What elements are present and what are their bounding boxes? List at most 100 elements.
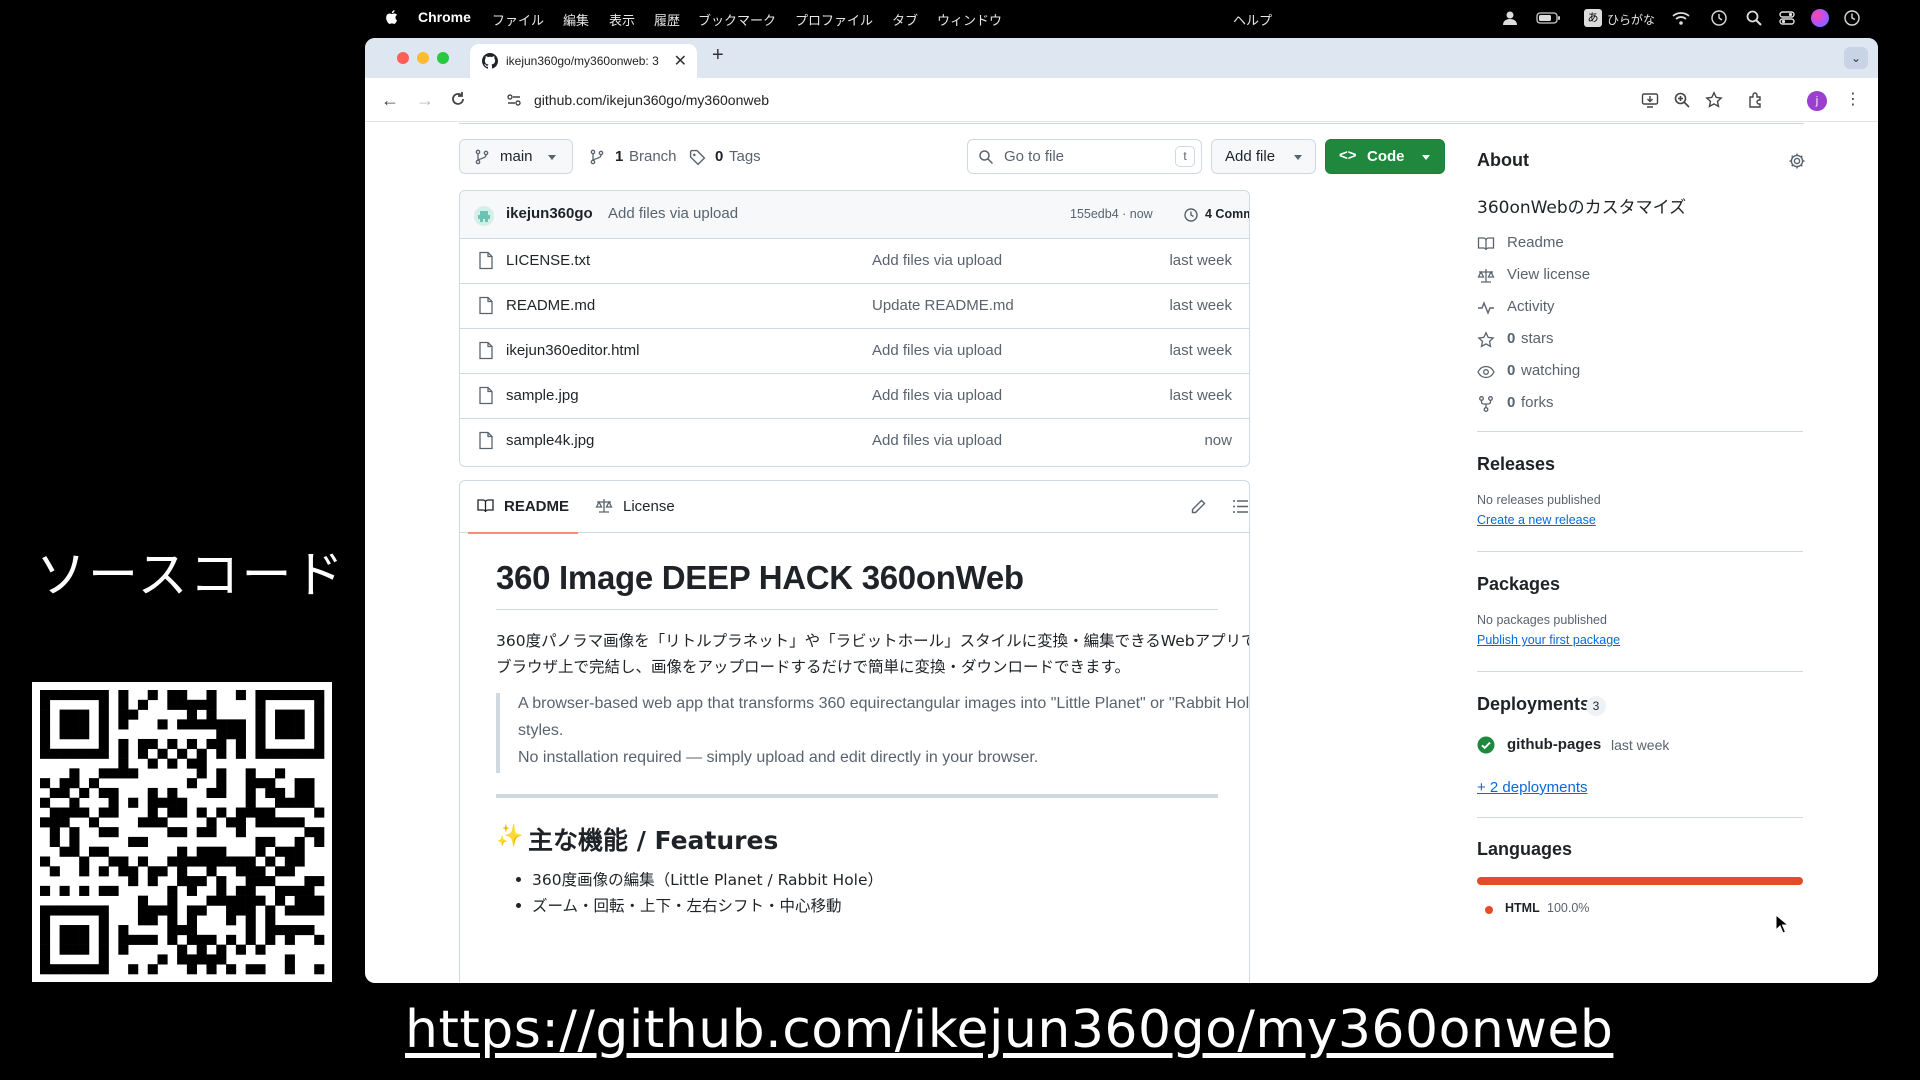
qr-module bbox=[108, 885, 119, 896]
input-mode-label[interactable]: ひらがな bbox=[1607, 11, 1655, 28]
file-name[interactable]: README.md bbox=[506, 297, 595, 314]
create-release-link[interactable]: Create a new release bbox=[1477, 513, 1596, 527]
deployments-heading[interactable]: Deployments bbox=[1477, 694, 1590, 715]
qr-module bbox=[128, 836, 139, 847]
file-name[interactable]: ikejun360editor.html bbox=[506, 342, 639, 359]
commit-author[interactable]: ikejun360go bbox=[506, 205, 593, 222]
file-icon bbox=[479, 341, 493, 360]
tab-close-icon[interactable]: ✕ bbox=[674, 51, 687, 71]
outline-list-icon[interactable] bbox=[1232, 498, 1249, 515]
file-row[interactable]: sample4k.jpg Add files via upload now bbox=[460, 419, 1249, 464]
menu-profile[interactable]: プロファイル bbox=[795, 10, 873, 29]
chrome-menu-icon[interactable]: ⋮ bbox=[1842, 89, 1864, 111]
pencil-edit-icon[interactable] bbox=[1190, 498, 1207, 515]
time-machine-icon[interactable] bbox=[1710, 9, 1728, 27]
file-row[interactable]: sample.jpg Add files via upload last week bbox=[460, 374, 1249, 419]
input-method-icon[interactable]: あ bbox=[1584, 9, 1602, 27]
zoom-window-button[interactable] bbox=[437, 52, 449, 64]
qr-module bbox=[294, 719, 305, 730]
install-app-icon[interactable] bbox=[1641, 91, 1659, 109]
branch-selector-button[interactable]: main bbox=[459, 139, 573, 174]
bullet-dot bbox=[516, 877, 521, 882]
file-row[interactable]: README.md Update README.md last week bbox=[460, 284, 1249, 329]
tag-count: 0 bbox=[715, 148, 724, 165]
file-name[interactable]: LICENSE.txt bbox=[506, 252, 590, 269]
tab-readme[interactable]: README bbox=[468, 481, 578, 534]
profile-avatar[interactable]: j bbox=[1807, 91, 1827, 111]
horizontal-rule bbox=[496, 794, 1218, 798]
tab-search-button[interactable]: ⌄ bbox=[1844, 47, 1868, 69]
apple-icon[interactable] bbox=[384, 8, 400, 26]
file-name[interactable]: sample.jpg bbox=[506, 387, 579, 404]
qr-module bbox=[255, 778, 266, 789]
qr-module bbox=[235, 690, 246, 701]
browser-tab-active[interactable]: ikejun360go/my360onweb: 3 ✕ bbox=[470, 44, 697, 78]
menu-app-name[interactable]: Chrome bbox=[418, 9, 471, 25]
commits-count-link[interactable]: 4 Commits bbox=[1205, 207, 1249, 221]
more-deployments-link[interactable]: + 2 deployments bbox=[1477, 779, 1588, 796]
address-bar[interactable]: github.com/ikejun360go/my360onweb bbox=[496, 84, 1738, 116]
menu-file[interactable]: ファイル bbox=[492, 10, 544, 29]
wifi-icon[interactable] bbox=[1672, 9, 1690, 27]
qr-module bbox=[167, 934, 178, 945]
back-button[interactable]: ← bbox=[379, 89, 401, 111]
qr-module bbox=[304, 778, 315, 789]
qr-module bbox=[216, 856, 227, 867]
minimize-window-button[interactable] bbox=[417, 52, 429, 64]
menu-history[interactable]: 履歴 bbox=[654, 10, 680, 29]
qr-module bbox=[284, 709, 295, 720]
deployment-name[interactable]: github-pages bbox=[1507, 736, 1601, 753]
siri-icon[interactable] bbox=[1811, 9, 1829, 27]
packages-heading[interactable]: Packages bbox=[1477, 574, 1560, 595]
menu-tab[interactable]: タブ bbox=[892, 10, 918, 29]
reload-icon[interactable] bbox=[449, 90, 467, 108]
user-icon[interactable] bbox=[1501, 9, 1519, 27]
zoom-icon[interactable] bbox=[1673, 91, 1691, 109]
close-window-button[interactable] bbox=[397, 52, 409, 64]
qr-module bbox=[49, 866, 60, 877]
qr-module bbox=[275, 817, 286, 828]
commit-message[interactable]: Add files via upload bbox=[608, 205, 738, 222]
qr-module bbox=[284, 748, 295, 759]
clock-icon[interactable] bbox=[1843, 9, 1861, 27]
file-row[interactable]: ikejun360editor.html Add files via upload… bbox=[460, 329, 1249, 374]
new-tab-button[interactable]: + bbox=[712, 44, 724, 67]
forward-button[interactable]: → bbox=[414, 89, 436, 111]
repo-description: 360onWebのカスタマイズ bbox=[1477, 198, 1687, 218]
menu-view[interactable]: 表示 bbox=[609, 10, 635, 29]
address-text[interactable]: github.com/ikejun360go/my360onweb bbox=[534, 92, 769, 108]
file-row[interactable]: LICENSE.txt Add files via upload last week bbox=[460, 239, 1249, 284]
file-commit-message[interactable]: Add files via upload bbox=[872, 252, 1002, 269]
bookmark-star-icon[interactable] bbox=[1705, 91, 1723, 109]
menu-bookmarks[interactable]: ブックマーク bbox=[698, 10, 776, 29]
slide-url[interactable]: https://github.com/ikejun360go/my360onwe… bbox=[405, 1000, 1613, 1060]
extensions-icon[interactable] bbox=[1747, 91, 1765, 109]
gear-icon[interactable] bbox=[1788, 152, 1806, 170]
file-commit-message[interactable]: Update README.md bbox=[872, 297, 1014, 314]
menu-window[interactable]: ウィンドウ bbox=[937, 10, 1002, 29]
file-commit-message[interactable]: Add files via upload bbox=[872, 432, 1002, 449]
qr-module bbox=[59, 709, 70, 720]
site-info-icon[interactable] bbox=[506, 92, 522, 108]
qr-module bbox=[40, 944, 51, 955]
author-avatar[interactable] bbox=[474, 206, 494, 226]
add-file-button[interactable]: Add file bbox=[1211, 139, 1316, 174]
go-to-file-input[interactable]: Go to file t bbox=[967, 139, 1202, 174]
qr-module bbox=[186, 778, 197, 789]
code-button[interactable]: <> Code bbox=[1325, 139, 1445, 174]
battery-icon[interactable] bbox=[1536, 9, 1562, 27]
file-commit-message[interactable]: Add files via upload bbox=[872, 342, 1002, 359]
publish-package-link[interactable]: Publish your first package bbox=[1477, 633, 1620, 647]
control-center-icon[interactable] bbox=[1778, 9, 1796, 27]
spotlight-icon[interactable] bbox=[1745, 9, 1763, 27]
file-commit-time: last week bbox=[1169, 387, 1232, 404]
menu-edit[interactable]: 編集 bbox=[563, 10, 589, 29]
language-name[interactable]: HTML bbox=[1505, 901, 1540, 915]
qr-module bbox=[275, 719, 286, 730]
commit-hash-time[interactable]: 155edb4 · now bbox=[1070, 207, 1153, 221]
tab-license[interactable]: License bbox=[595, 481, 685, 533]
file-name[interactable]: sample4k.jpg bbox=[506, 432, 594, 449]
menu-help[interactable]: ヘルプ bbox=[1233, 10, 1272, 29]
releases-heading[interactable]: Releases bbox=[1477, 454, 1555, 475]
file-commit-message[interactable]: Add files via upload bbox=[872, 387, 1002, 404]
